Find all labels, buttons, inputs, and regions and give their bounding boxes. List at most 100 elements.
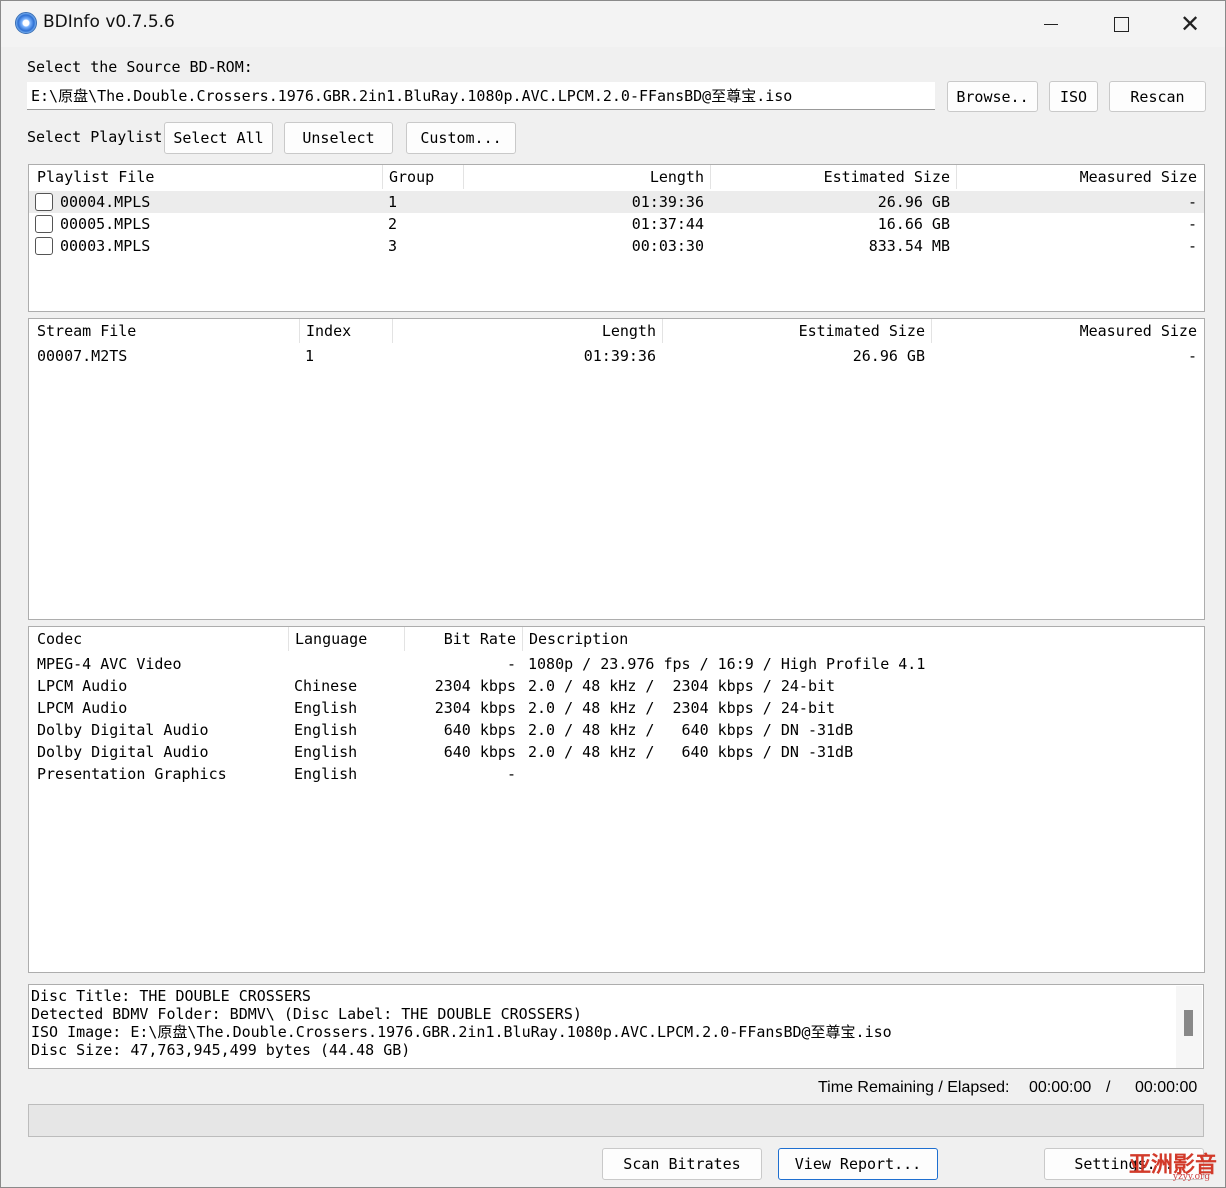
- iso-button[interactable]: ISO: [1049, 81, 1098, 112]
- codec-language: English: [294, 699, 358, 717]
- codec-language: [288, 653, 404, 675]
- codec-bit-rate: -: [506, 765, 516, 783]
- bdmv-folder-line: Detected BDMV Folder: BDMV\ (Disc Label:…: [31, 1005, 582, 1023]
- watermark-logo: 亚洲影音 yzyy.org: [1129, 1147, 1217, 1182]
- select-all-button[interactable]: Select All: [164, 122, 273, 154]
- codec-description: 2.0 / 48 kHz / 2304 kbps / 24-bit: [528, 677, 836, 695]
- codec-row[interactable]: Dolby Digital Audio English 640 kbps 2.0…: [29, 719, 1204, 741]
- iso-image-line: ISO Image: E:\原盘\The.Double.Crossers.197…: [31, 1023, 892, 1041]
- playlist-estimated-size: 26.96 GB: [877, 193, 950, 211]
- close-button[interactable]: ✕: [1155, 1, 1225, 47]
- col-playlist-file[interactable]: Playlist File: [31, 165, 383, 189]
- stream-estimated-size: 26.96 GB: [852, 347, 925, 365]
- playlist-measured-size: -: [1187, 215, 1197, 233]
- maximize-icon: [1113, 16, 1129, 32]
- playlist-measured-size: -: [1187, 237, 1197, 255]
- codec-row[interactable]: LPCM Audio English 2304 kbps 2.0 / 48 kH…: [29, 697, 1204, 719]
- stream-length: 01:39:36: [583, 347, 656, 365]
- source-label: Select the Source BD-ROM:: [27, 58, 253, 76]
- codec-row[interactable]: LPCM Audio Chinese 2304 kbps 2.0 / 48 kH…: [29, 675, 1204, 697]
- info-scroll-thumb[interactable]: [1184, 1010, 1193, 1036]
- info-scrollbar[interactable]: [1176, 986, 1202, 1068]
- col-language[interactable]: Language: [288, 627, 404, 651]
- playlist-checkbox[interactable]: [35, 193, 53, 211]
- codec-bit-rate: 640 kbps: [443, 743, 516, 761]
- codec-name: LPCM Audio: [37, 677, 128, 695]
- browse-button[interactable]: Browse..: [947, 81, 1038, 112]
- codec-bit-rate: -: [506, 655, 516, 673]
- col-stream-file[interactable]: Stream File: [31, 319, 299, 343]
- playlist-file: 00005.MPLS: [60, 215, 151, 233]
- codec-name: Dolby Digital Audio: [37, 721, 209, 739]
- time-label: Time Remaining / Elapsed:: [818, 1079, 1010, 1096]
- codec-list[interactable]: Codec Language Bit Rate Description MPEG…: [28, 626, 1205, 973]
- codec-row[interactable]: Presentation Graphics English -: [29, 763, 1204, 785]
- codec-bit-rate: 2304 kbps: [434, 677, 516, 695]
- codec-row[interactable]: MPEG-4 AVC Video - 1080p / 23.976 fps / …: [29, 653, 1204, 675]
- playlist-checkbox[interactable]: [35, 215, 53, 233]
- playlist-file: 00004.MPLS: [60, 193, 151, 211]
- codec-name: MPEG-4 AVC Video: [37, 655, 182, 673]
- playlist-estimated-size: 16.66 GB: [877, 215, 950, 233]
- view-report-button[interactable]: View Report...: [778, 1148, 938, 1180]
- stream-list[interactable]: Stream File Index Length Estimated Size …: [28, 318, 1205, 620]
- col-codec[interactable]: Codec: [31, 627, 288, 651]
- rescan-button[interactable]: Rescan: [1109, 81, 1206, 112]
- codec-name: Dolby Digital Audio: [37, 743, 209, 761]
- time-separator: /: [1106, 1079, 1111, 1096]
- close-icon: ✕: [1179, 10, 1201, 38]
- col-estimated-size[interactable]: Estimated Size: [710, 165, 956, 189]
- playlist-row[interactable]: 00004.MPLS 1 01:39:36 26.96 GB -: [29, 191, 1204, 213]
- codec-name: LPCM Audio: [37, 699, 128, 717]
- col-group[interactable]: Group: [382, 165, 463, 189]
- playlist-measured-size: -: [1187, 193, 1197, 211]
- title-bar: BDInfo v0.7.5.6 ✕: [1, 1, 1225, 47]
- col-measured-size[interactable]: Measured Size: [956, 165, 1203, 189]
- playlist-file: 00003.MPLS: [60, 237, 151, 255]
- disc-info-textbox[interactable]: Disc Title: THE DOUBLE CROSSERS Detected…: [28, 984, 1204, 1069]
- minimize-button[interactable]: [1016, 1, 1086, 47]
- stream-index: 1: [305, 347, 315, 365]
- codec-description: 2.0 / 48 kHz / 640 kbps / DN -31dB: [528, 743, 854, 761]
- custom-button[interactable]: Custom...: [406, 122, 516, 154]
- col-length[interactable]: Length: [392, 319, 662, 343]
- source-path-input[interactable]: E:\原盘\The.Double.Crossers.1976.GBR.2in1.…: [27, 82, 935, 110]
- codec-name: Presentation Graphics: [37, 765, 227, 783]
- select-playlist-label: Select Playlist: [27, 128, 163, 146]
- minimize-icon: [1044, 23, 1058, 25]
- col-estimated-size[interactable]: Estimated Size: [662, 319, 931, 343]
- playlist-list[interactable]: Playlist File Group Length Estimated Siz…: [28, 164, 1205, 312]
- playlist-row[interactable]: 00003.MPLS 3 00:03:30 833.54 MB -: [29, 235, 1204, 257]
- playlist-group: 3: [388, 237, 398, 255]
- scan-progress-bar: [28, 1104, 1204, 1137]
- bdinfo-window: BDInfo v0.7.5.6 ✕ Select the Source BD-R…: [0, 0, 1226, 1188]
- codec-language: English: [294, 721, 358, 739]
- col-bit-rate[interactable]: Bit Rate: [404, 627, 522, 651]
- watermark-sub: yzyy.org: [1173, 1172, 1211, 1182]
- scan-bitrates-button[interactable]: Scan Bitrates: [602, 1148, 762, 1180]
- codec-row[interactable]: Dolby Digital Audio English 640 kbps 2.0…: [29, 741, 1204, 763]
- playlist-row[interactable]: 00005.MPLS 2 01:37:44 16.66 GB -: [29, 213, 1204, 235]
- maximize-button[interactable]: [1086, 1, 1156, 47]
- window-title: BDInfo v0.7.5.6: [43, 12, 175, 32]
- stream-row[interactable]: 00007.M2TS 1 01:39:36 26.96 GB -: [29, 345, 1204, 367]
- codec-language: Chinese: [294, 677, 358, 695]
- playlist-length: 00:03:30: [631, 237, 704, 255]
- playlist-estimated-size: 833.54 MB: [868, 237, 950, 255]
- disc-title-line: Disc Title: THE DOUBLE CROSSERS: [31, 987, 311, 1005]
- codec-language: English: [294, 743, 358, 761]
- codec-description: 1080p / 23.976 fps / 16:9 / High Profile…: [528, 655, 926, 673]
- playlist-checkbox[interactable]: [35, 237, 53, 255]
- col-length[interactable]: Length: [463, 165, 710, 189]
- disc-size-line: Disc Size: 47,763,945,499 bytes (44.48 G…: [31, 1041, 411, 1059]
- codec-language: English: [294, 765, 358, 783]
- col-measured-size[interactable]: Measured Size: [931, 319, 1203, 343]
- playlist-group: 2: [388, 215, 398, 233]
- col-description[interactable]: Description: [522, 627, 1202, 651]
- codec-description: 2.0 / 48 kHz / 640 kbps / DN -31dB: [528, 721, 854, 739]
- codec-bit-rate: 640 kbps: [443, 721, 516, 739]
- time-remaining: 00:00:00: [1029, 1079, 1092, 1096]
- col-index[interactable]: Index: [299, 319, 392, 343]
- unselect-button[interactable]: Unselect: [284, 122, 393, 154]
- time-elapsed: 00:00:00: [1135, 1079, 1198, 1096]
